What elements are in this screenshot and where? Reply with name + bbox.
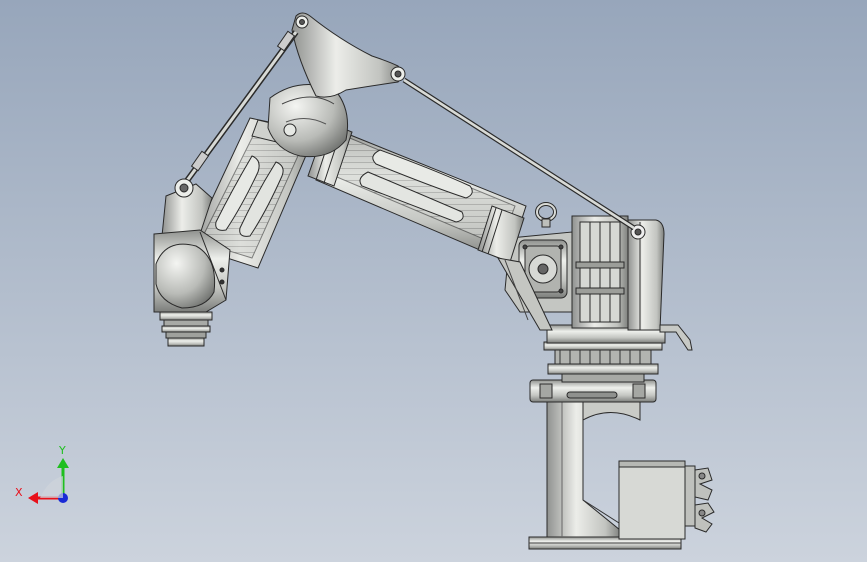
y-axis-label: Y [58,444,66,457]
turntable [543,341,663,383]
viewport-background [0,0,867,562]
junction-box [618,460,686,540]
cad-viewport[interactable]: Y X [0,0,867,562]
wrist-ball [155,243,216,309]
model-canvas[interactable]: Y X [0,0,867,562]
tool-flange [159,311,213,321]
x-axis-label: X [15,486,23,499]
